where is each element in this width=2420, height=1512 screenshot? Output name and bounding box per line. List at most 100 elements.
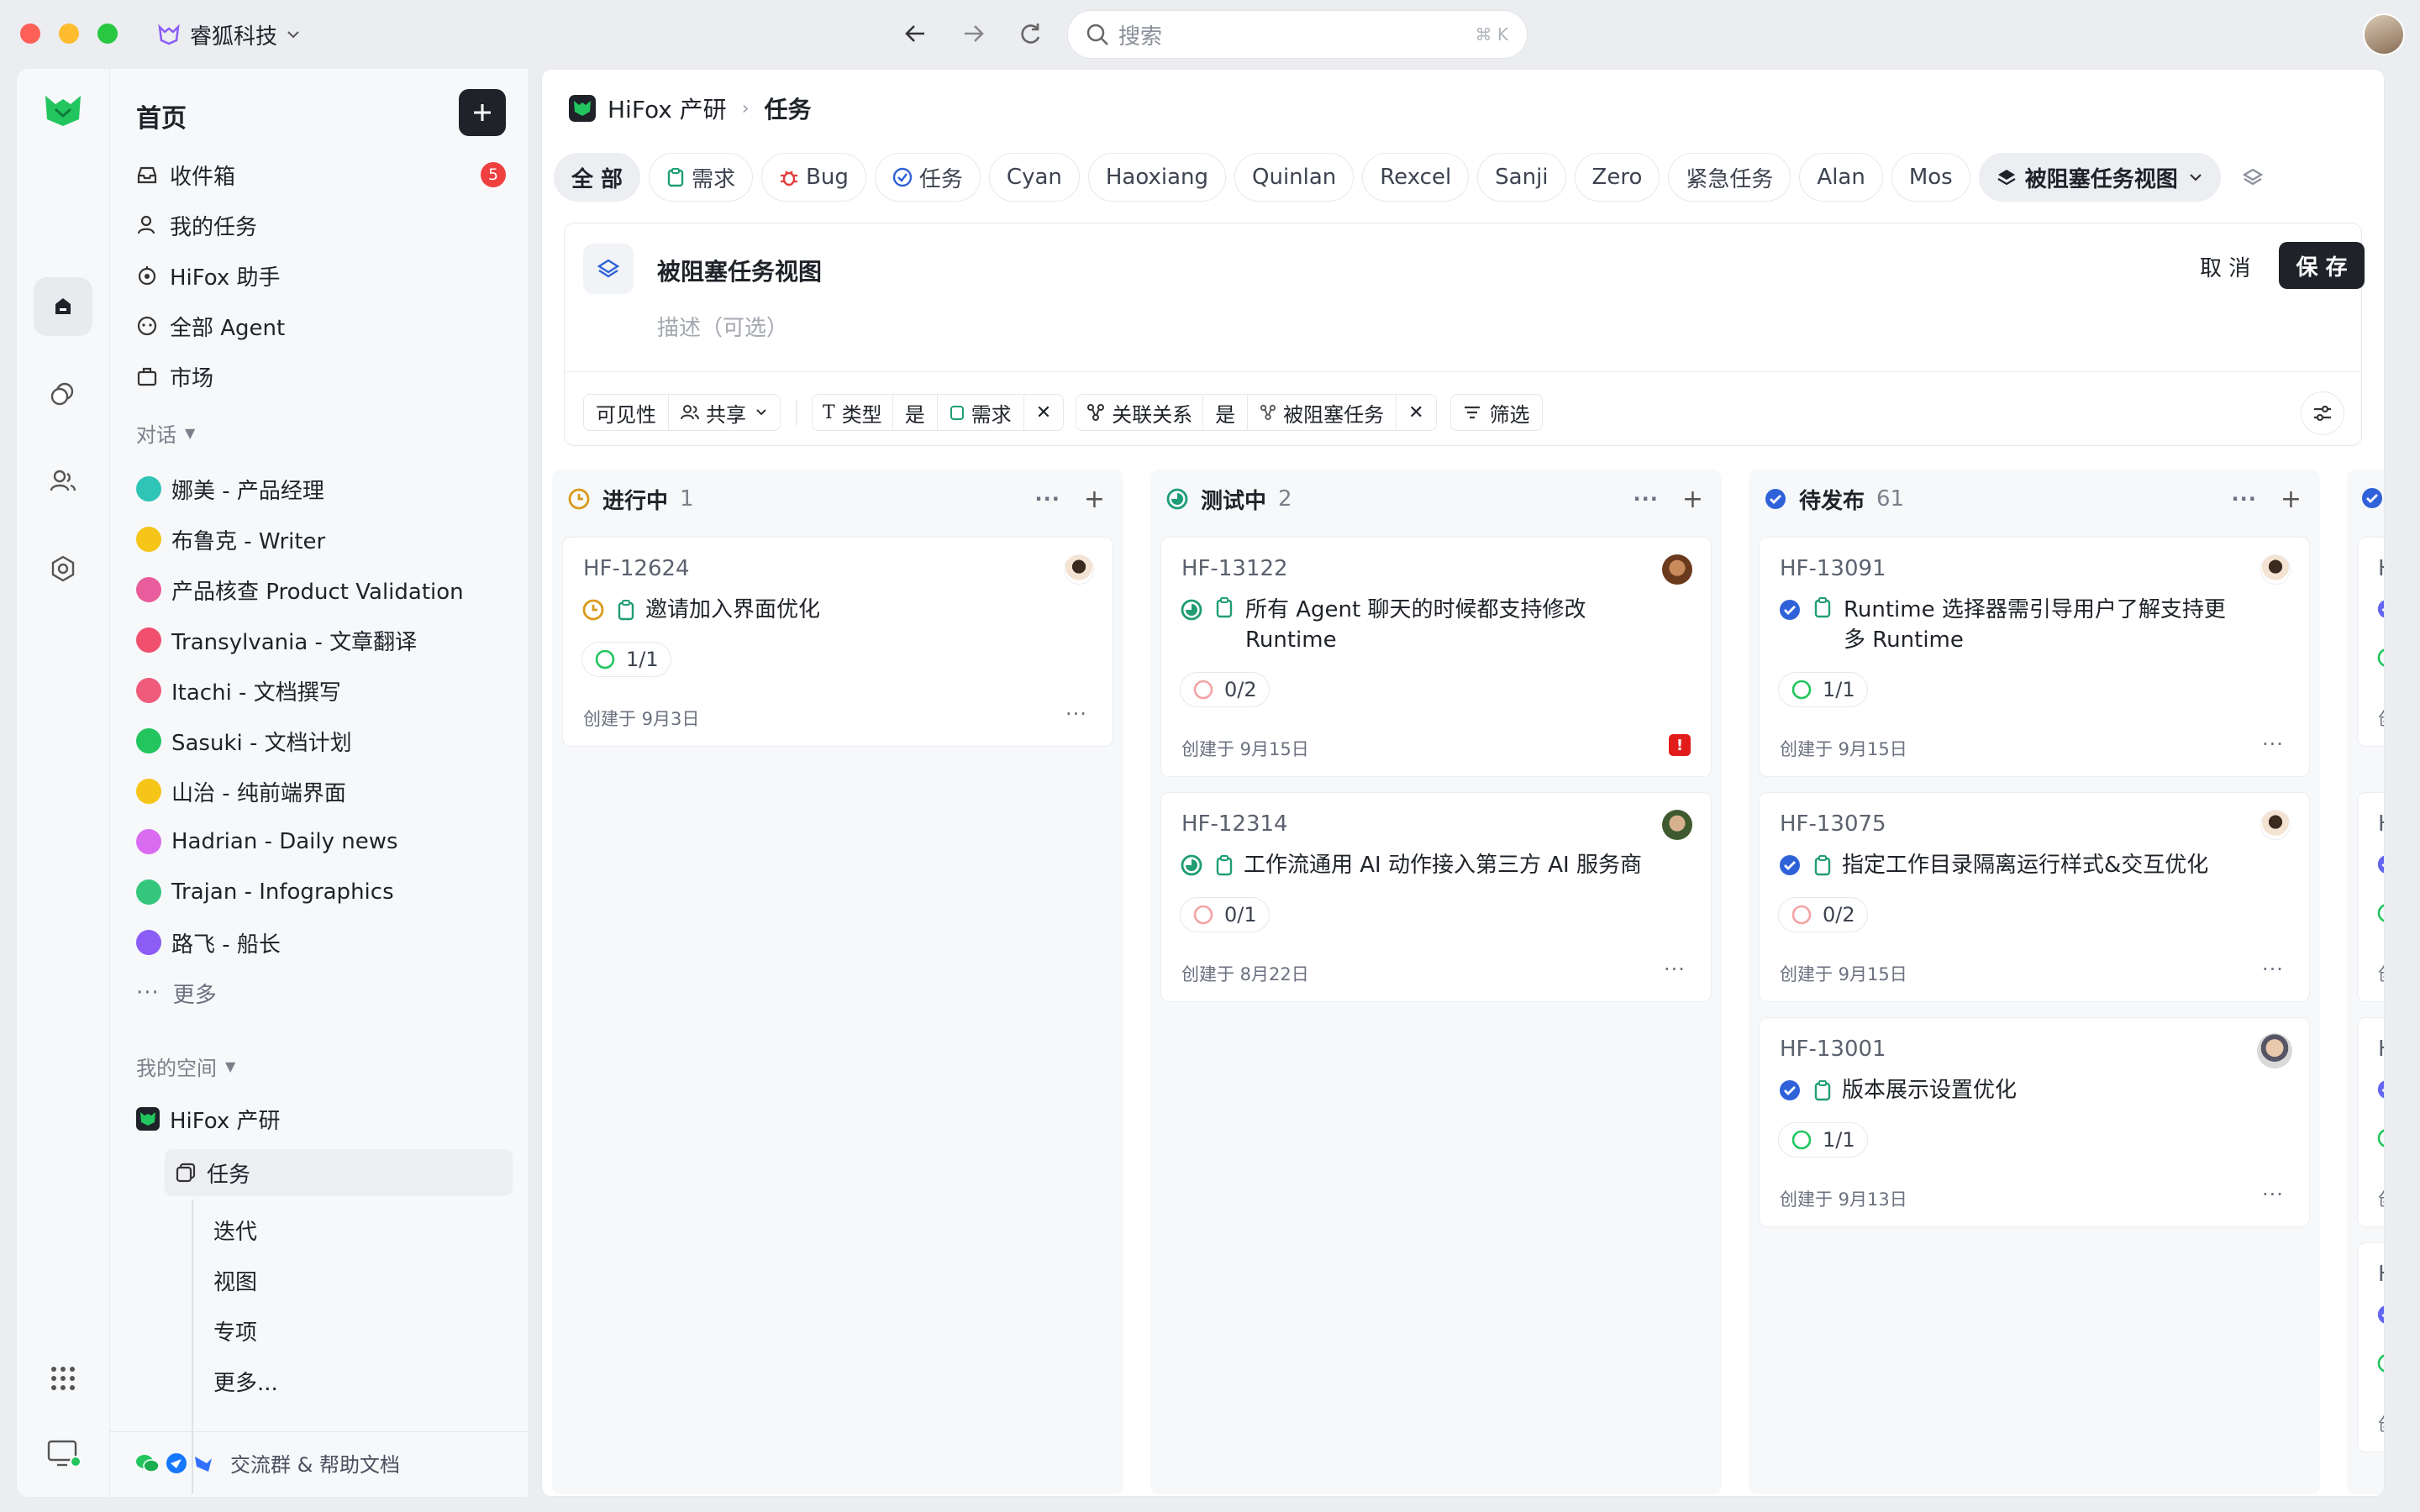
visibility-filter[interactable]: 可见性 共享 <box>583 394 781 431</box>
subtask-progress[interactable]: 1/1 <box>1778 1122 1868 1158</box>
tab-haoxiang[interactable]: Haoxiang <box>1087 153 1226 202</box>
view-title-input[interactable]: 被阻塞任务视图 <box>657 254 822 287</box>
column-more-icon[interactable]: ··· <box>2232 487 2257 511</box>
conversation-item[interactable]: 山治 - 纯前端界面 <box>136 766 514 816</box>
space-child-iterations[interactable]: 迭代 <box>213 1206 257 1253</box>
tab-sanji[interactable]: Sanji <box>1477 153 1566 202</box>
assignee-avatar[interactable] <box>1064 554 1094 585</box>
view-icon-button[interactable] <box>583 244 634 294</box>
type-filter[interactable]: T 类型 是 需求 ✕ <box>812 394 1065 431</box>
column-more-icon[interactable]: ··· <box>1634 487 1659 511</box>
rail-chat-button[interactable] <box>34 365 92 423</box>
column-add-icon[interactable]: + <box>1084 485 1105 514</box>
task-card[interactable]: HF-13075 指定工作目录隔离运行样式&交互优化 0/2 创建于 9月15日… <box>1759 792 2310 1002</box>
card-more-icon[interactable]: ··· <box>2262 732 2284 756</box>
sidebar-item-all-agents[interactable]: 全部 Agent <box>136 301 506 351</box>
reload-button[interactable] <box>1015 18 1045 49</box>
visibility-select[interactable]: 共享 <box>669 398 780 428</box>
column-add-icon[interactable]: + <box>2281 485 2302 514</box>
tab-requirement[interactable]: 需求 <box>649 153 754 202</box>
close-window-button[interactable] <box>20 24 40 44</box>
card-more-icon[interactable]: ··· <box>1664 958 1686 981</box>
space-header[interactable]: 我的空间 ▼ <box>136 1052 235 1081</box>
forward-button[interactable] <box>958 18 988 49</box>
conversation-item[interactable]: 路飞 - 船长 <box>136 917 514 968</box>
new-item-button[interactable] <box>459 89 506 136</box>
tab-zero[interactable]: Zero <box>1574 153 1660 202</box>
tab-mos[interactable]: Mos <box>1891 153 1970 202</box>
assignee-avatar[interactable] <box>2260 554 2291 585</box>
task-card[interactable]: HF-13001 版本展示设置优化 1/1 创建于 9月13日 ··· <box>1759 1017 2310 1227</box>
display-settings-button[interactable] <box>2301 391 2344 435</box>
remove-filter-icon[interactable]: ✕ <box>1024 402 1063 423</box>
add-view-button[interactable] <box>2234 159 2271 196</box>
assignee-avatar[interactable] <box>1662 810 1692 840</box>
assignee-avatar[interactable] <box>2260 810 2291 840</box>
sidebar-item-assistant[interactable]: HiFox 助手 <box>136 250 506 301</box>
relation-field[interactable]: 关联关系 <box>1076 398 1202 428</box>
conversation-item[interactable]: Itachi - 文档撰写 <box>136 665 514 716</box>
conversation-item[interactable]: Transylvania - 文章翻译 <box>136 615 514 665</box>
subtask-progress[interactable]: 1/1 <box>581 642 671 677</box>
subtask-progress[interactable]: 1/1 <box>1778 672 1868 707</box>
tab-bug[interactable]: Bug <box>761 153 866 202</box>
assignee-avatar[interactable] <box>1662 554 1692 585</box>
task-card[interactable]: HF-13122 所有 Agent 聊天的时候都支持修改 Runtime 0/2… <box>1160 537 1712 777</box>
task-card[interactable]: HF-12314 工作流通用 AI 动作接入第三方 AI 服务商 0/1 创建于… <box>1160 792 1712 1002</box>
task-card[interactable]: HI 创 <box>2357 1242 2384 1452</box>
filter-operator[interactable]: 是 <box>1203 398 1247 428</box>
add-filter-button[interactable]: 筛选 <box>1449 394 1543 431</box>
sidebar-item-inbox[interactable]: 收件箱 5 <box>136 150 506 200</box>
save-button[interactable]: 保 存 <box>2279 242 2365 289</box>
card-more-icon[interactable]: ··· <box>1065 702 1087 726</box>
conversation-item[interactable]: 娜美 - 产品经理 <box>136 464 514 514</box>
relation-filter[interactable]: 关联关系 是 被阻塞任务 ✕ <box>1076 394 1437 431</box>
card-more-icon[interactable]: ··· <box>2262 1183 2284 1206</box>
type-value[interactable]: 需求 <box>938 398 1023 428</box>
space-child-tasks[interactable]: 任务 <box>165 1149 513 1196</box>
subtask-progress[interactable]: 0/1 <box>1180 897 1270 932</box>
task-card[interactable]: HI 创 <box>2357 537 2384 747</box>
space-child-views[interactable]: 视图 <box>213 1257 257 1304</box>
space-child-more[interactable]: 更多... <box>213 1357 278 1404</box>
type-field[interactable]: T 类型 <box>813 398 892 428</box>
space-child-customers[interactable]: 客户 <box>160 1418 513 1432</box>
tab-task[interactable]: 任务 <box>874 153 981 202</box>
conversation-item[interactable]: Hadrian - Daily news <box>136 816 514 867</box>
help-docs-link[interactable]: 交流群 & 帮助文档 <box>134 1448 400 1478</box>
cancel-button[interactable]: 取 消 <box>2186 242 2264 291</box>
subtask-progress[interactable]: 0/2 <box>1778 897 1868 932</box>
sidebar-item-market[interactable]: 市场 <box>136 351 506 402</box>
tab-rexcel[interactable]: Rexcel <box>1362 153 1470 202</box>
back-button[interactable] <box>901 18 931 49</box>
conversation-item[interactable]: Sasuki - 文档计划 <box>136 716 514 766</box>
conversation-item[interactable]: 布鲁克 - Writer <box>136 514 514 564</box>
tab-alan[interactable]: Alan <box>1799 153 1883 202</box>
more-conversations[interactable]: ··· 更多 <box>136 968 514 1018</box>
tab-all[interactable]: 全 部 <box>554 153 641 202</box>
tab-quinlan[interactable]: Quinlan <box>1234 153 1355 202</box>
rail-contacts-button[interactable] <box>34 452 92 511</box>
sidebar-item-my-tasks[interactable]: 我的任务 <box>136 200 506 250</box>
space-child-projects[interactable]: 专项 <box>213 1307 257 1354</box>
conversation-item[interactable]: Trajan - Infographics <box>136 867 514 917</box>
breadcrumb-space[interactable]: HiFox 产研 <box>608 92 727 125</box>
column-add-icon[interactable]: + <box>1682 485 1703 514</box>
org-switcher[interactable]: 睿狐科技 <box>156 17 301 52</box>
tab-urgent[interactable]: 紧急任务 <box>1668 153 1791 202</box>
column-more-icon[interactable]: ··· <box>1035 487 1060 511</box>
filter-operator[interactable]: 是 <box>893 398 937 428</box>
relation-value[interactable]: 被阻塞任务 <box>1248 398 1396 428</box>
search-bar[interactable]: 搜索 ⌘ K <box>1067 10 1528 59</box>
rail-settings-button[interactable] <box>34 539 92 598</box>
app-logo-icon[interactable] <box>44 94 82 128</box>
tab-cyan[interactable]: Cyan <box>988 153 1080 202</box>
task-card[interactable]: HI 创 <box>2357 792 2384 1002</box>
apps-grid-icon[interactable] <box>49 1364 77 1393</box>
task-card[interactable]: HI 创 <box>2357 1017 2384 1227</box>
conversations-header[interactable]: 对话 ▼ <box>136 418 195 448</box>
assignee-avatar[interactable] <box>2257 1033 2292 1068</box>
subtask-progress[interactable]: 0/2 <box>1180 672 1270 707</box>
rail-home-button[interactable] <box>34 277 92 336</box>
minimize-window-button[interactable] <box>59 24 79 44</box>
